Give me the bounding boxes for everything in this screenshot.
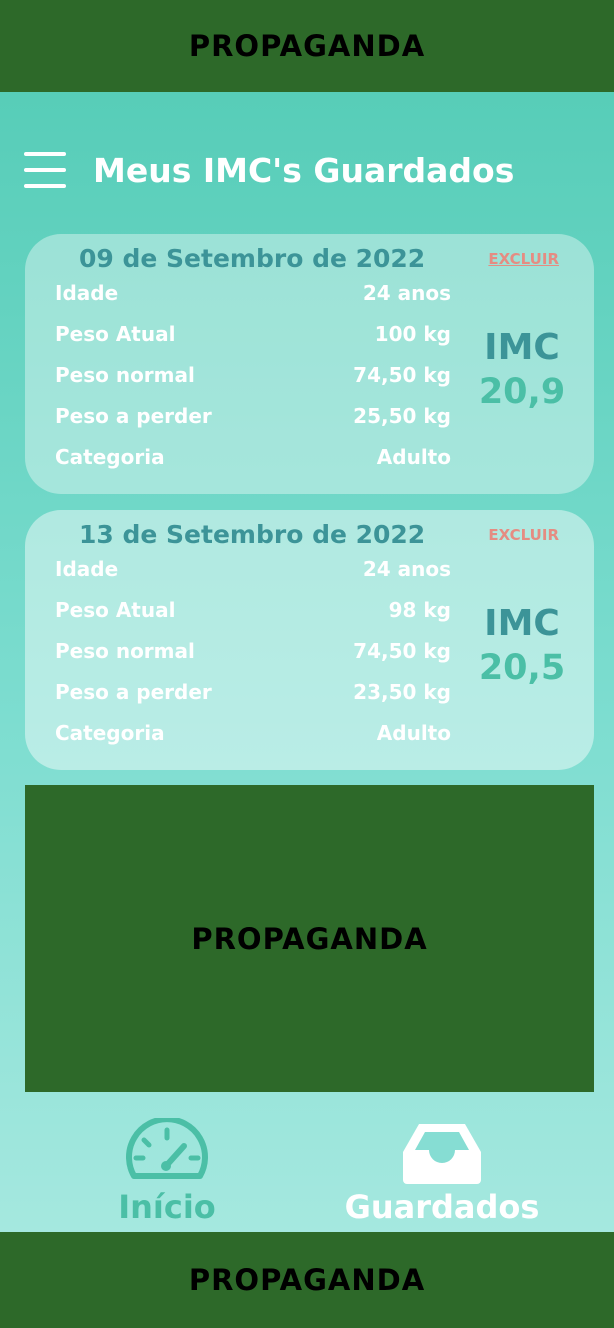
detail-value: 24 anos [362,281,451,305]
detail-row-current-weight: Peso Atual 100 kg [55,319,451,360]
main-content: Meus IMC's Guardados 09 de Setembro de 2… [0,92,614,1232]
detail-value: 23,50 kg [353,680,451,704]
nav-label-saved: Guardados [344,1188,540,1226]
imc-result: IMC 20,9 [467,326,577,414]
detail-value: 100 kg [374,322,451,346]
detail-row-weight-to-lose: Peso a perder 23,50 kg [55,677,451,718]
detail-label: Categoria [55,445,165,469]
ad-banner-top[interactable]: PROPAGANDA [0,0,614,92]
ad-banner-middle[interactable]: PROPAGANDA [25,785,594,1092]
nav-item-home[interactable]: Início [47,1118,287,1226]
ad-banner-bottom[interactable]: PROPAGANDA [0,1232,614,1328]
detail-label: Peso normal [55,363,195,387]
inbox-icon [403,1124,481,1184]
detail-label: Idade [55,557,119,581]
imc-record-card: 13 de Setembro de 2022 EXCLUIR Idade 24 … [25,510,594,770]
imc-value: 20,9 [478,372,566,412]
delete-record-button[interactable]: EXCLUIR [488,526,559,544]
detail-row-category: Categoria Adulto [55,718,451,759]
detail-value: 24 anos [362,557,451,581]
page-header: Meus IMC's Guardados [24,148,594,192]
detail-label: Peso a perder [55,680,212,704]
record-details: Idade 24 anos Peso Atual 100 kg Peso nor… [55,278,451,483]
detail-label: Peso a perder [55,404,212,428]
detail-label: Peso Atual [55,598,176,622]
bottom-navigation: Início Guardados [0,1112,614,1232]
imc-label: IMC [484,327,560,368]
ad-banner-top-text: PROPAGANDA [188,29,426,63]
detail-value: Adulto [376,721,451,745]
detail-row-age: Idade 24 anos [55,554,451,595]
nav-item-saved[interactable]: Guardados [322,1118,562,1226]
detail-row-normal-weight: Peso normal 74,50 kg [55,360,451,401]
speedometer-icon [126,1118,208,1179]
imc-label: IMC [484,603,560,644]
detail-label: Idade [55,281,119,305]
detail-row-category: Categoria Adulto [55,442,451,483]
detail-value: Adulto [376,445,451,469]
detail-value: 25,50 kg [353,404,451,428]
detail-value: 98 kg [388,598,451,622]
app-screen: PROPAGANDA Meus IMC's Guardados 09 de Se… [0,0,614,1328]
imc-value: 20,5 [478,648,566,688]
detail-row-weight-to-lose: Peso a perder 25,50 kg [55,401,451,442]
detail-value: 74,50 kg [353,639,451,663]
detail-label: Categoria [55,721,165,745]
record-details: Idade 24 anos Peso Atual 98 kg Peso norm… [55,554,451,759]
ad-banner-bottom-text: PROPAGANDA [188,1263,426,1297]
detail-row-age: Idade 24 anos [55,278,451,319]
detail-label: Peso Atual [55,322,176,346]
hamburger-menu-icon[interactable] [24,152,66,188]
record-date: 09 de Setembro de 2022 [79,244,426,273]
detail-row-normal-weight: Peso normal 74,50 kg [55,636,451,677]
imc-result: IMC 20,5 [467,602,577,690]
ad-banner-middle-text: PROPAGANDA [191,921,428,956]
detail-label: Peso normal [55,639,195,663]
imc-record-card: 09 de Setembro de 2022 EXCLUIR Idade 24 … [25,234,594,494]
page-title: Meus IMC's Guardados [93,150,515,190]
detail-row-current-weight: Peso Atual 98 kg [55,595,451,636]
delete-record-button[interactable]: EXCLUIR [488,250,559,268]
record-date: 13 de Setembro de 2022 [79,520,426,549]
nav-label-home: Início [118,1188,216,1226]
detail-value: 74,50 kg [353,363,451,387]
